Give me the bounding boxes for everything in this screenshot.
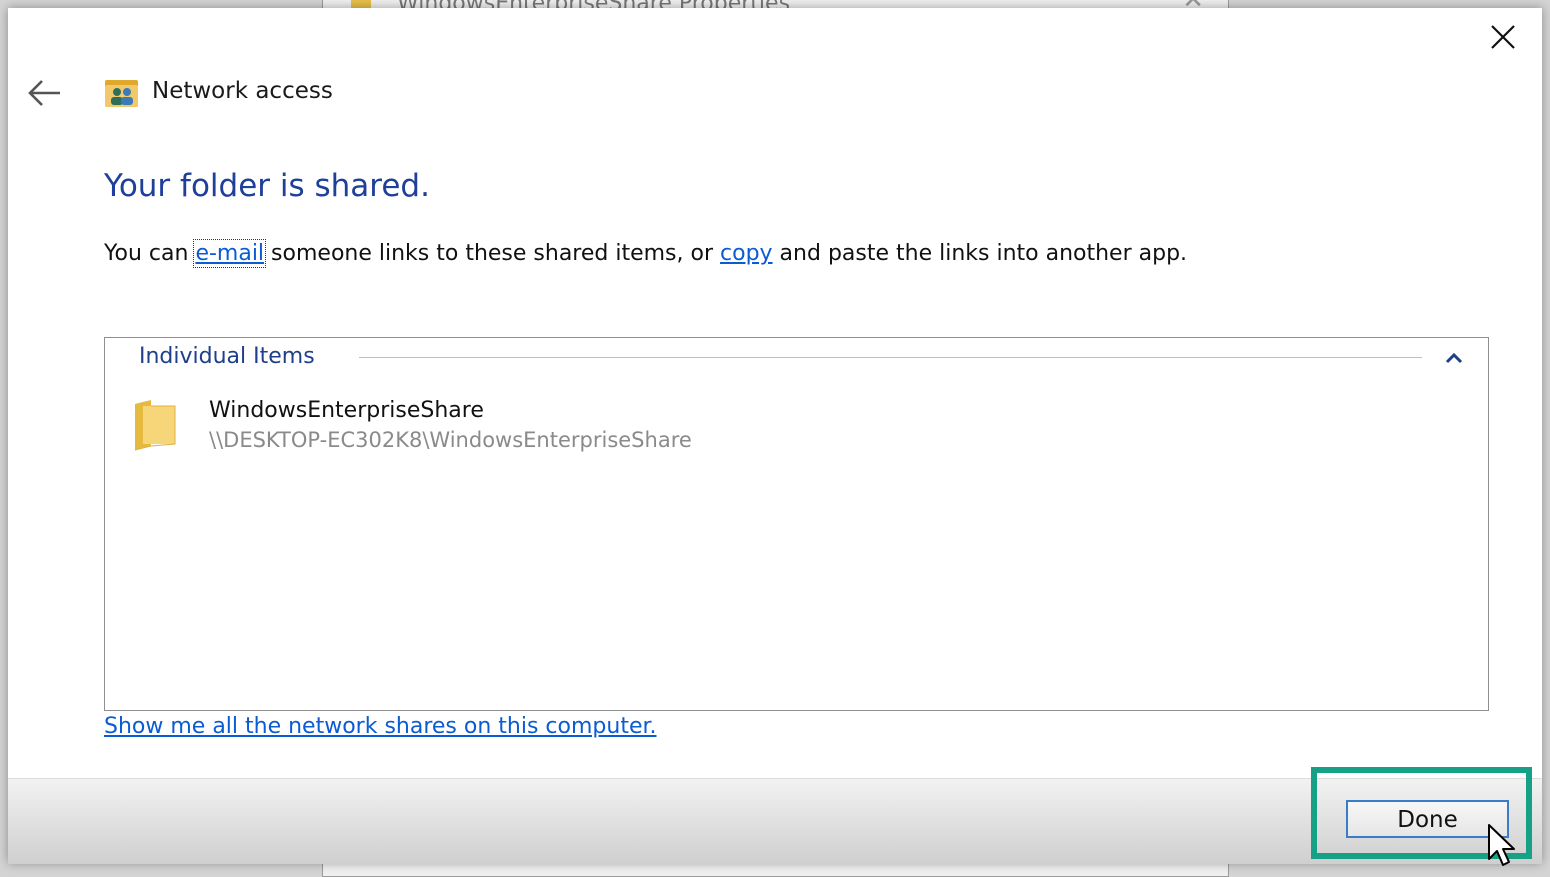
page-heading: Your folder is shared. [104, 168, 430, 204]
share-path: \\DESKTOP-EC302K8\WindowsEnterpriseShare [209, 428, 692, 452]
share-name: WindowsEnterpriseShare [209, 398, 484, 423]
copy-link[interactable]: copy [720, 241, 773, 266]
back-arrow-icon [28, 80, 60, 106]
back-button[interactable] [26, 76, 64, 110]
group-divider [359, 357, 1422, 358]
folder-icon [129, 398, 181, 452]
network-access-icon [104, 77, 140, 109]
close-button[interactable] [1486, 20, 1520, 54]
network-access-dialog: Network access Your folder is shared. Yo… [8, 8, 1542, 866]
show-network-shares-link[interactable]: Show me all the network shares on this c… [104, 714, 657, 739]
close-icon [1491, 25, 1515, 49]
dialog-header-title: Network access [152, 78, 333, 104]
done-button[interactable]: Done [1346, 800, 1509, 838]
list-item-share[interactable]: WindowsEnterpriseShare \\DESKTOP-EC302K8… [125, 394, 885, 458]
description-prefix: You can [104, 241, 196, 266]
collapse-group-button[interactable] [1441, 346, 1467, 370]
group-header-label: Individual Items [139, 344, 315, 369]
chevron-up-icon [1445, 352, 1463, 364]
description-suffix: and paste the links into another app. [772, 241, 1188, 266]
description-middle: someone links to these shared items, or [264, 241, 721, 266]
shared-items-list: Individual Items WindowsEnterpriseShare … [104, 337, 1489, 711]
share-description: You can e-mail someone links to these sh… [104, 239, 1188, 268]
email-link[interactable]: e-mail [193, 239, 267, 268]
